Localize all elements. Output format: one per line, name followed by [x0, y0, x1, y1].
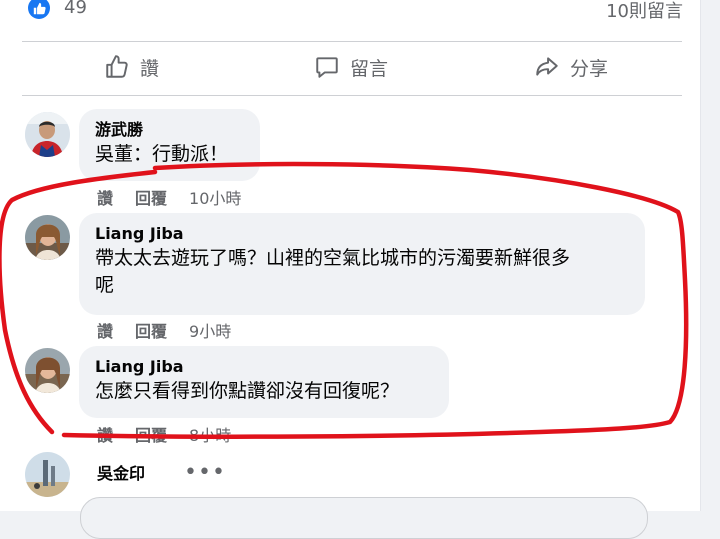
comment-author[interactable]: 游武勝	[95, 119, 244, 141]
post-card: 49 10則留言 讚 留言 分享 游武勝 吳董：行動派！ 讚 回覆 10小時 L…	[0, 0, 701, 539]
share-button-label: 分享	[570, 57, 609, 80]
share-button[interactable]: 分享	[534, 41, 608, 93]
avatar[interactable]	[25, 452, 70, 497]
comment-meta: 讚 回覆 10小時	[97, 185, 241, 209]
action-bar: 讚 留言 分享	[22, 41, 682, 93]
like-reaction-icon	[28, 0, 50, 19]
comment-bubble: Liang Jiba 怎麼只看得到你點讚卻沒有回復呢？	[79, 346, 449, 418]
comment-reply-link[interactable]: 回覆	[135, 185, 167, 209]
comment-timestamp[interactable]: 9小時	[189, 318, 231, 342]
speech-bubble-icon	[316, 57, 338, 78]
thumbs-up-icon	[106, 55, 128, 78]
avatar[interactable]	[25, 215, 70, 260]
comment-reply-link[interactable]: 回覆	[135, 422, 167, 446]
comment-text-line-1: 帶太太去遊玩了嗎？山裡的空氣比城市的污濁要新鮮很多	[95, 247, 571, 269]
avatar[interactable]	[25, 112, 70, 157]
like-button-label: 讚	[140, 57, 160, 80]
comment-text: 吳董：行動派！	[95, 143, 229, 165]
comment-reply-link[interactable]: 回覆	[135, 318, 167, 342]
comment-timestamp[interactable]: 8小時	[189, 422, 231, 446]
comment-timestamp[interactable]: 10小時	[189, 185, 241, 209]
like-button[interactable]: 讚	[104, 41, 159, 93]
comment-text-line-2: 呢	[95, 274, 115, 296]
comment-author[interactable]: Liang Jiba	[95, 356, 433, 378]
reactions-summary[interactable]: 49 10則留言	[28, 0, 683, 22]
comment-meta: 讚 回覆 9小時	[97, 318, 231, 342]
more-options-icon[interactable]: •••	[184, 460, 226, 485]
comment-button[interactable]: 留言	[314, 41, 388, 93]
like-count[interactable]: 49	[64, 0, 87, 18]
comment-bubble: Liang Jiba 帶太太去遊玩了嗎？山裡的空氣比城市的污濁要新鮮很多 呢	[79, 213, 645, 315]
share-arrow-icon	[536, 57, 558, 76]
comment-button-label: 留言	[350, 57, 389, 80]
comment-meta: 讚 回覆 8小時	[97, 422, 231, 446]
comment-count[interactable]: 10則留言	[606, 0, 683, 23]
comment-bubble: 游武勝 吳董：行動派！	[79, 109, 260, 181]
divider	[22, 95, 682, 96]
comment-text: 怎麼只看得到你點讚卻沒有回復呢？	[95, 380, 400, 402]
comment-like-link[interactable]: 讚	[97, 422, 113, 446]
avatar[interactable]	[25, 348, 70, 393]
comment-author[interactable]: Liang Jiba	[95, 223, 629, 245]
reply-input[interactable]	[80, 497, 648, 539]
comment-like-link[interactable]: 讚	[97, 185, 113, 209]
comment-author[interactable]: 吳金印	[97, 463, 145, 485]
comment-like-link[interactable]: 讚	[97, 318, 113, 342]
